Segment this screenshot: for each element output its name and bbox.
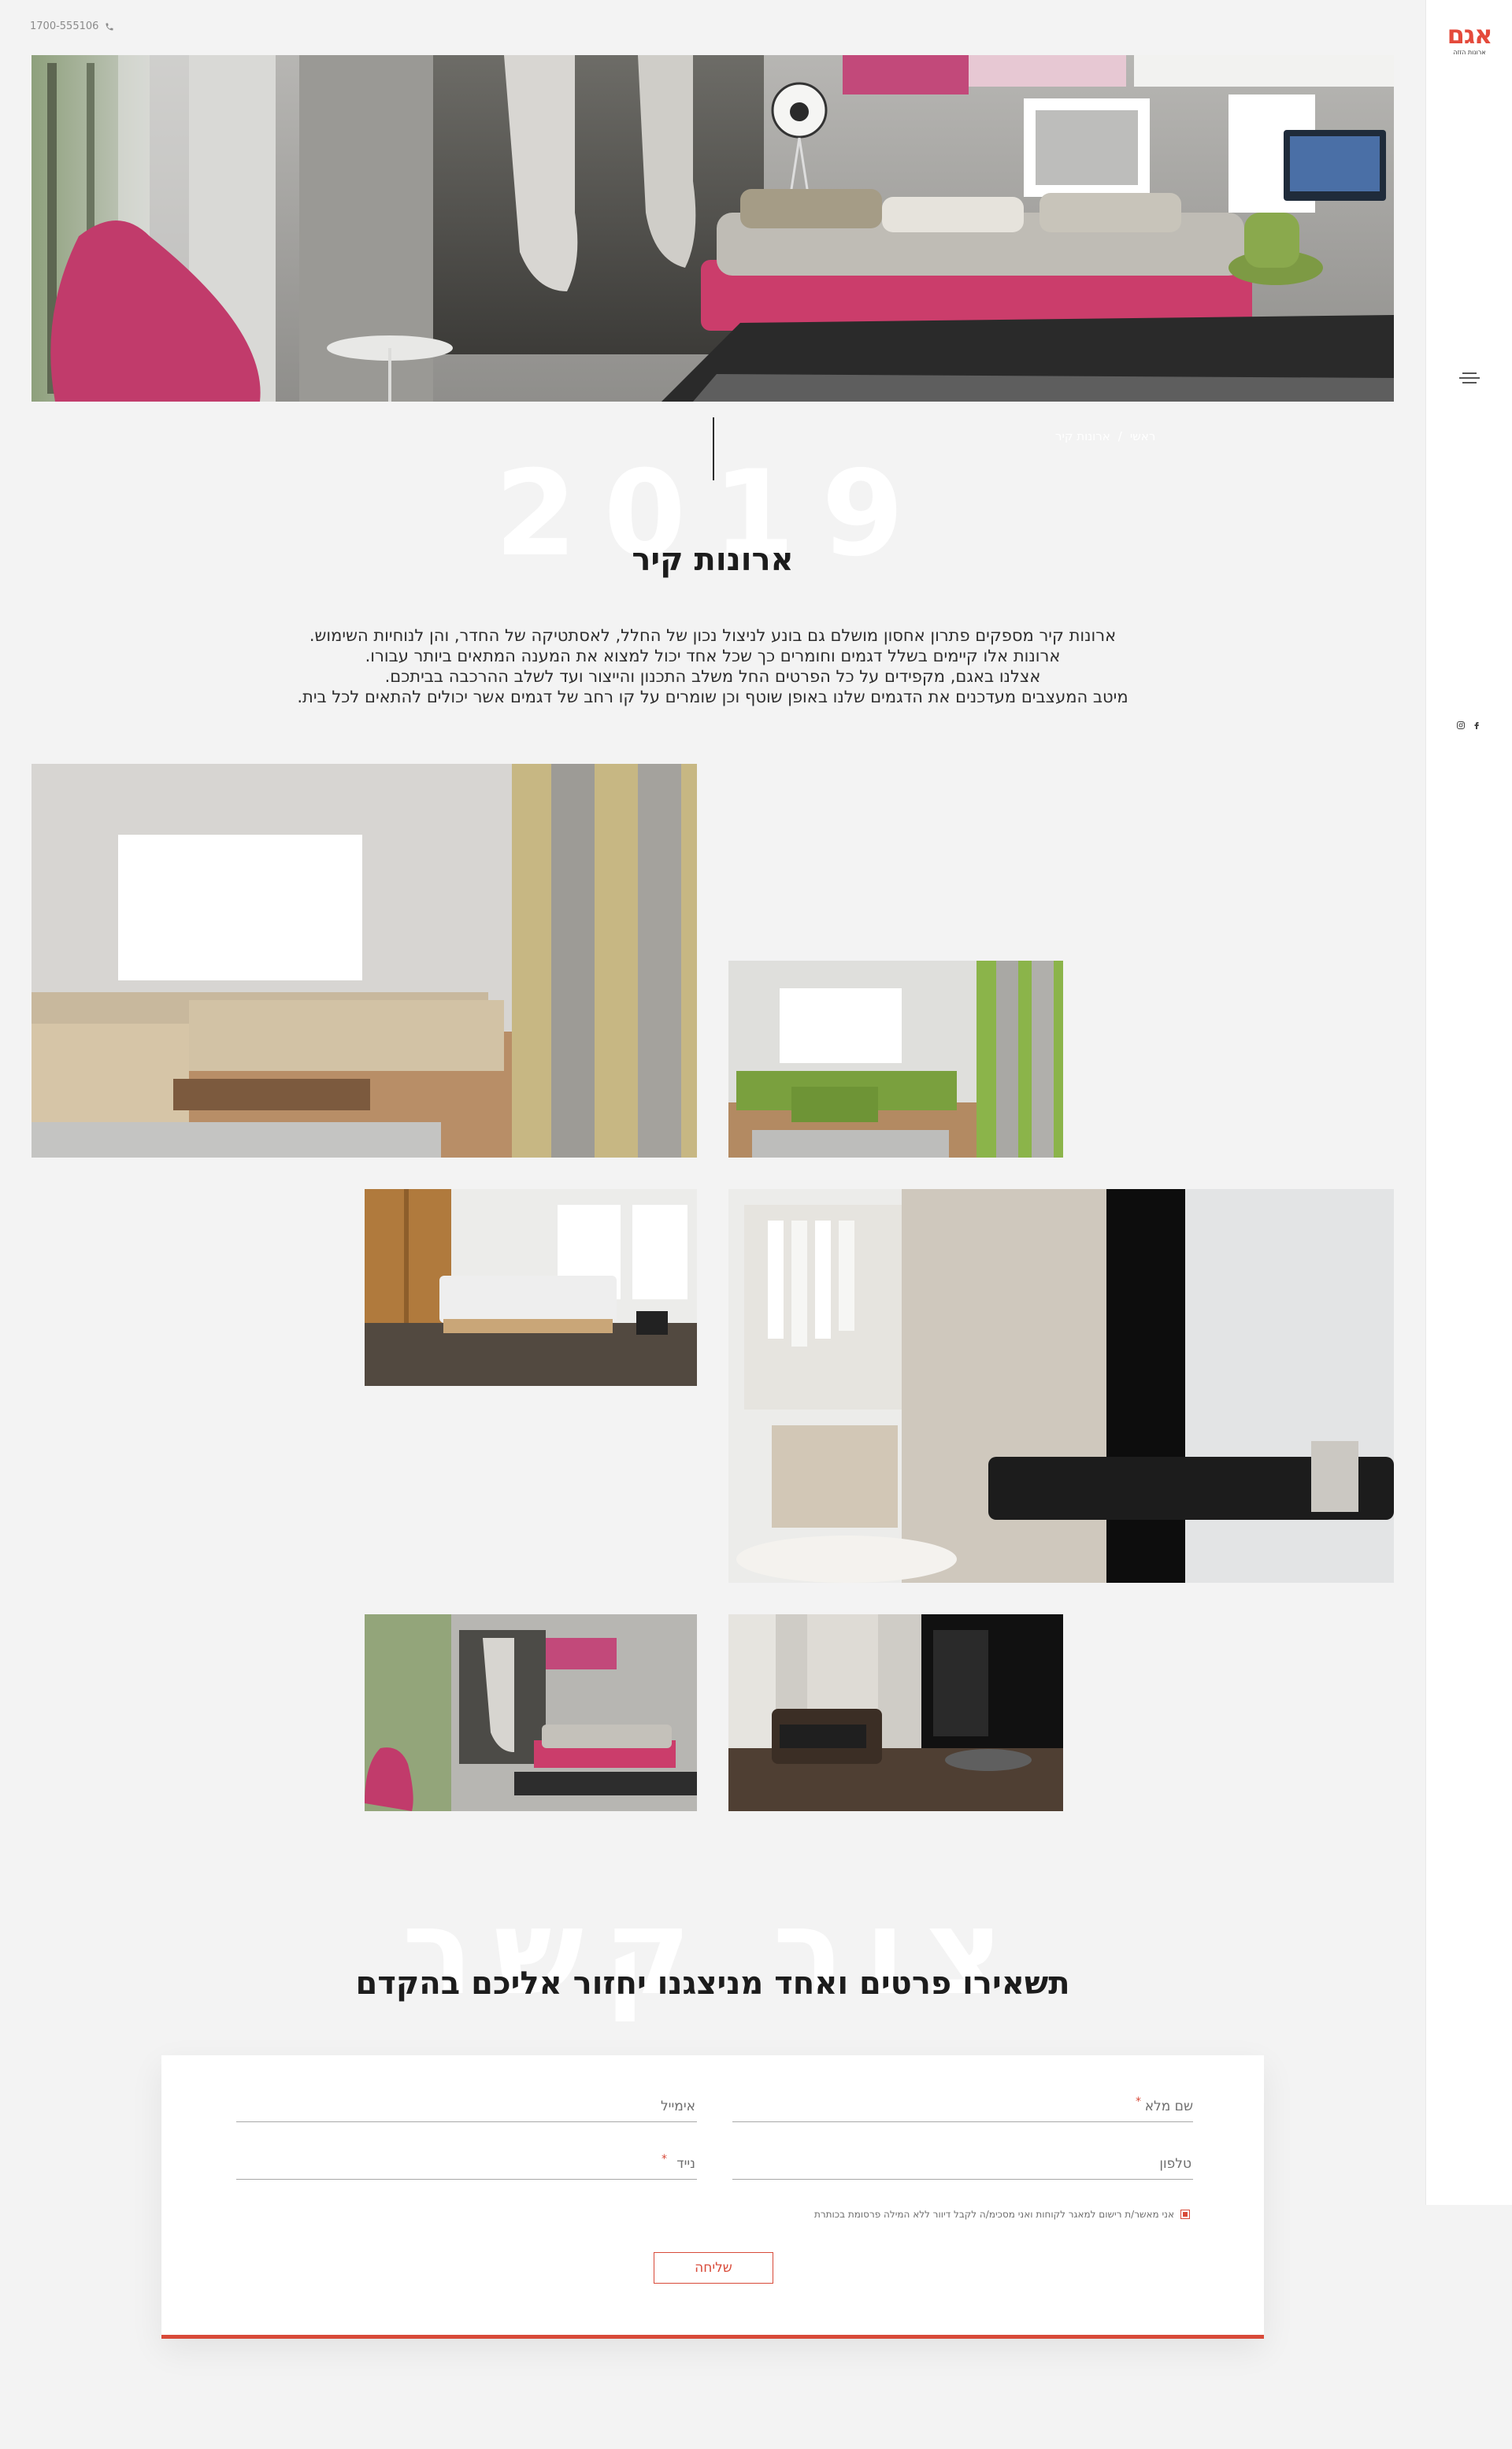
breadcrumb: ראשי / ארונות קיר: [1055, 429, 1155, 443]
intro-paragraph: ארונות קיר מספקים פתרון אחסון מושלם גם ב…: [309, 626, 1117, 645]
consent-label: אני מאשר/ת רישום למאגר לקוחות ואני מסכימ…: [813, 2209, 1174, 2220]
phone-number: 1700-555106: [30, 20, 99, 32]
consent-row: אני מאשר/ת רישום למאגר לקוחות ואני מסכימ…: [814, 2209, 1190, 2220]
intro-text: ארונות קיר מספקים פתרון אחסון מושלם גם ב…: [236, 625, 1189, 707]
email-input[interactable]: [236, 2091, 697, 2121]
intro-paragraph: ארונות אלו קיימים בשלל דגמים וחומרים כך …: [365, 647, 1061, 665]
brand-logo[interactable]: אגם ארונות הזזה: [1446, 22, 1493, 56]
contact-title: תשאירו פרטים ואחד מניצגנו יחזור אליכם בה…: [355, 1965, 1070, 2002]
gallery-image-bedroom-ballet[interactable]: [365, 1614, 697, 1811]
logo-mark: אגם: [1447, 20, 1493, 50]
hamburger-menu-icon[interactable]: [1459, 372, 1480, 384]
required-mark: *: [662, 2153, 667, 2166]
gallery-image-lounge-black-glass[interactable]: [728, 1614, 1063, 1811]
facebook-icon[interactable]: [1472, 721, 1481, 730]
full-name-field: *: [732, 2091, 1193, 2122]
social-links: [1456, 721, 1481, 730]
page-title: ארונות קיר: [632, 542, 794, 578]
gallery-image-living-room-beige[interactable]: [32, 764, 697, 1158]
required-mark: *: [1136, 2095, 1141, 2108]
mobile-input[interactable]: [236, 2148, 697, 2179]
breadcrumb-home[interactable]: ראשי: [1130, 429, 1155, 443]
hero-bedroom-image: [32, 55, 1394, 402]
full-name-input[interactable]: [732, 2091, 1193, 2121]
gallery-image-walk-in-wardrobe[interactable]: [728, 1189, 1394, 1583]
intro-paragraph: אצלנו באגם, מקפידים על כל הפרטים החל משל…: [384, 667, 1041, 686]
mobile-field: *: [236, 2148, 697, 2180]
logo-tagline: ארונות הזזה: [1453, 49, 1486, 56]
email-field: [236, 2091, 697, 2122]
right-sidebar: אגם ארונות הזזה: [1425, 0, 1512, 2205]
phone-link[interactable]: 1700-555106: [30, 20, 114, 32]
phone-field: [732, 2148, 1193, 2180]
breadcrumb-current: ארונות קיר: [1055, 429, 1110, 443]
hero-banner: [32, 55, 1394, 402]
gallery-image-living-room-green[interactable]: [728, 961, 1063, 1158]
contact-form: * * אני מאשר/ת רישום למאגר לקוחות ואני מ…: [161, 2055, 1264, 2339]
phone-input[interactable]: [732, 2148, 1193, 2179]
gallery-image-bedroom-wood[interactable]: [365, 1189, 697, 1386]
intro-paragraph: מיטב המעצבים מעדכנים את הדגמים שלנו באופ…: [297, 687, 1128, 706]
phone-icon: [106, 23, 113, 30]
breadcrumb-separator: /: [1117, 429, 1122, 443]
instagram-icon[interactable]: [1456, 721, 1466, 730]
submit-button[interactable]: שליחה: [654, 2252, 773, 2284]
consent-checkbox[interactable]: [1180, 2210, 1190, 2219]
